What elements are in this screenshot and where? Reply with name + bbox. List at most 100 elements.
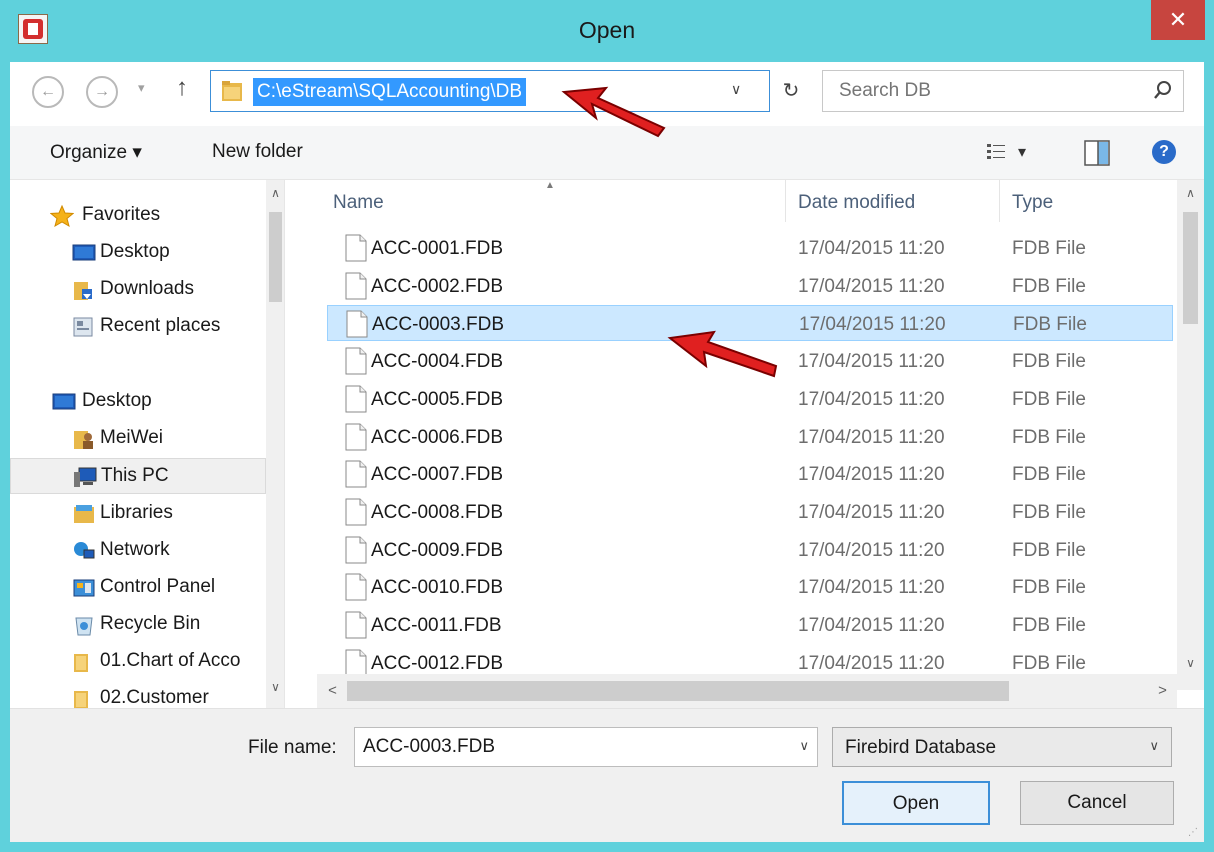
column-divider[interactable] bbox=[785, 180, 786, 222]
date-modified-cell: 17/04/2015 11:20 bbox=[798, 464, 945, 485]
file-name-input[interactable] bbox=[363, 728, 783, 766]
date-modified-cell: 17/04/2015 11:20 bbox=[798, 502, 945, 523]
search-icon[interactable] bbox=[1153, 80, 1173, 100]
sidebar-item-recycle-bin[interactable]: Recycle Bin bbox=[10, 607, 266, 643]
sidebar-item-label: MeiWei bbox=[100, 427, 163, 448]
file-name-cell: ACC-0002.FDB bbox=[371, 276, 503, 297]
recent-places-icon bbox=[73, 317, 93, 337]
search-box[interactable] bbox=[822, 70, 1184, 112]
address-path[interactable]: C:\eStream\SQLAccounting\DB bbox=[253, 78, 527, 106]
scroll-up-arrow[interactable]: ∧ bbox=[266, 186, 284, 200]
preview-pane-icon[interactable] bbox=[1084, 140, 1110, 166]
sidebar-item-chart-of-accounts[interactable]: 01.Chart of Acco bbox=[10, 644, 266, 680]
scroll-thumb[interactable] bbox=[269, 212, 282, 302]
cancel-button[interactable]: Cancel bbox=[1020, 781, 1174, 825]
sidebar-item-desktop-fav[interactable]: Desktop bbox=[10, 235, 266, 271]
sidebar-item-this-pc[interactable]: This PC bbox=[10, 458, 266, 494]
organize-button[interactable]: Organize ▾ bbox=[50, 141, 142, 164]
scroll-thumb[interactable] bbox=[347, 681, 1009, 701]
column-header-type[interactable]: Type bbox=[1012, 192, 1053, 214]
sidebar-item-recent-places[interactable]: Recent places bbox=[10, 309, 266, 345]
network-icon bbox=[74, 542, 95, 559]
sidebar-item-label: 02.Customer bbox=[100, 687, 209, 708]
file-name-label: File name: bbox=[248, 737, 337, 758]
column-header-name[interactable]: Name bbox=[333, 192, 384, 214]
file-type-cell: FDB File bbox=[1012, 464, 1086, 485]
date-modified-cell: 17/04/2015 11:20 bbox=[798, 615, 945, 636]
file-type-value: Firebird Database bbox=[845, 737, 997, 758]
forward-button[interactable]: → bbox=[86, 76, 118, 108]
table-row[interactable]: ACC-0009.FDB 17/04/2015 11:20 FDB File bbox=[327, 532, 1173, 568]
sidebar-item-favorites[interactable]: Favorites bbox=[10, 198, 266, 234]
refresh-button[interactable]: ↻ bbox=[772, 70, 810, 112]
navigation-pane-scrollbar[interactable]: ∧ ∨ bbox=[266, 180, 284, 708]
resize-grip-icon[interactable]: ⋰ bbox=[1188, 827, 1198, 838]
sidebar-item-customer[interactable]: 02.Customer bbox=[10, 681, 266, 708]
scroll-up-arrow[interactable]: ∧ bbox=[1181, 186, 1200, 200]
scroll-down-arrow[interactable]: ∨ bbox=[1181, 656, 1200, 670]
close-button[interactable]: ✕ bbox=[1151, 0, 1205, 40]
red-arrow-annotation-icon bbox=[667, 330, 778, 378]
table-row[interactable]: ACC-0011.FDB 17/04/2015 11:20 FDB File bbox=[327, 607, 1173, 643]
file-name-combobox[interactable]: ∨ bbox=[354, 727, 818, 767]
sidebar-item-label: Libraries bbox=[100, 502, 173, 523]
file-type-cell: FDB File bbox=[1012, 427, 1086, 448]
table-row[interactable]: ACC-0006.FDB 17/04/2015 11:20 FDB File bbox=[327, 419, 1173, 455]
file-name-dropdown-icon[interactable]: ∨ bbox=[799, 738, 809, 754]
title-bar[interactable]: Open ✕ bbox=[0, 0, 1214, 62]
file-name-cell: ACC-0009.FDB bbox=[371, 540, 503, 561]
table-row[interactable]: ACC-0007.FDB 17/04/2015 11:20 FDB File bbox=[327, 456, 1173, 492]
column-header-date-modified[interactable]: Date modified bbox=[798, 192, 915, 214]
desktop-icon bbox=[72, 244, 96, 261]
file-name-cell: ACC-0012.FDB bbox=[371, 653, 503, 674]
sidebar-item-desktop[interactable]: Desktop bbox=[10, 384, 266, 420]
help-icon[interactable]: ? bbox=[1152, 140, 1176, 164]
sidebar-item-downloads[interactable]: Downloads bbox=[10, 272, 266, 308]
date-modified-cell: 17/04/2015 11:20 bbox=[798, 427, 945, 448]
file-list[interactable]: ▲ Name Date modified Type ACC-0001.FDB 17… bbox=[317, 180, 1204, 708]
search-input[interactable] bbox=[839, 71, 1139, 111]
sidebar-item-label: Recycle Bin bbox=[100, 613, 201, 634]
column-divider[interactable] bbox=[999, 180, 1000, 222]
file-type-dropdown-icon[interactable]: ∨ bbox=[1149, 738, 1159, 754]
sidebar-item-label: Desktop bbox=[100, 241, 170, 262]
scroll-down-arrow[interactable]: ∨ bbox=[266, 680, 284, 694]
desktop-icon bbox=[52, 393, 76, 410]
open-button[interactable]: Open bbox=[842, 781, 990, 825]
navigation-pane[interactable]: Favorites Desktop Downloads Recent place… bbox=[10, 180, 285, 708]
table-row[interactable]: ACC-0008.FDB 17/04/2015 11:20 FDB File bbox=[327, 494, 1173, 530]
details-view-icon bbox=[987, 144, 1005, 159]
date-modified-cell: 17/04/2015 11:20 bbox=[798, 351, 945, 372]
address-bar[interactable]: C:\eStream\SQLAccounting\DB ∨ bbox=[210, 70, 770, 112]
date-modified-cell: 17/04/2015 11:20 bbox=[798, 276, 945, 297]
change-view-button[interactable]: ▾ bbox=[986, 140, 1038, 168]
window-frame: Open ✕ ← → ▾ ↑ C:\eStream\SQLAccounting\… bbox=[0, 0, 1214, 852]
sidebar-item-libraries[interactable]: Libraries bbox=[10, 496, 266, 532]
file-type-cell: FDB File bbox=[1012, 276, 1086, 297]
back-button[interactable]: ← bbox=[32, 76, 64, 108]
sidebar-item-control-panel[interactable]: Control Panel bbox=[10, 570, 266, 606]
address-dropdown-button[interactable]: ∨ bbox=[731, 81, 741, 98]
file-icon bbox=[345, 347, 367, 375]
file-list-vertical-scrollbar[interactable]: ∧ ∨ bbox=[1177, 180, 1204, 690]
scroll-right-arrow[interactable]: > bbox=[1153, 682, 1172, 699]
scroll-left-arrow[interactable]: < bbox=[323, 682, 342, 699]
control-panel-icon bbox=[73, 579, 95, 597]
scroll-thumb[interactable] bbox=[1183, 212, 1198, 324]
file-icon bbox=[345, 423, 367, 451]
table-row[interactable]: ACC-0001.FDB 17/04/2015 11:20 FDB File bbox=[327, 230, 1173, 266]
folder-icon bbox=[222, 81, 242, 101]
file-type-select[interactable]: Firebird Database ∨ bbox=[832, 727, 1172, 767]
file-icon bbox=[346, 310, 368, 338]
new-folder-button[interactable]: New folder bbox=[212, 141, 303, 163]
up-button[interactable]: ↑ bbox=[176, 74, 188, 102]
file-name-cell: ACC-0005.FDB bbox=[371, 389, 503, 410]
file-name-cell: ACC-0011.FDB bbox=[371, 615, 502, 636]
file-name-cell: ACC-0001.FDB bbox=[371, 238, 503, 259]
table-row[interactable]: ACC-0010.FDB 17/04/2015 11:20 FDB File bbox=[327, 569, 1173, 605]
table-row[interactable]: ACC-0002.FDB 17/04/2015 11:20 FDB File bbox=[327, 268, 1173, 304]
file-list-horizontal-scrollbar[interactable]: < > bbox=[317, 674, 1177, 708]
sidebar-item-network[interactable]: Network bbox=[10, 533, 266, 569]
sidebar-item-meiwei[interactable]: MeiWei bbox=[10, 421, 266, 457]
recent-locations-dropdown[interactable]: ▾ bbox=[138, 80, 145, 96]
